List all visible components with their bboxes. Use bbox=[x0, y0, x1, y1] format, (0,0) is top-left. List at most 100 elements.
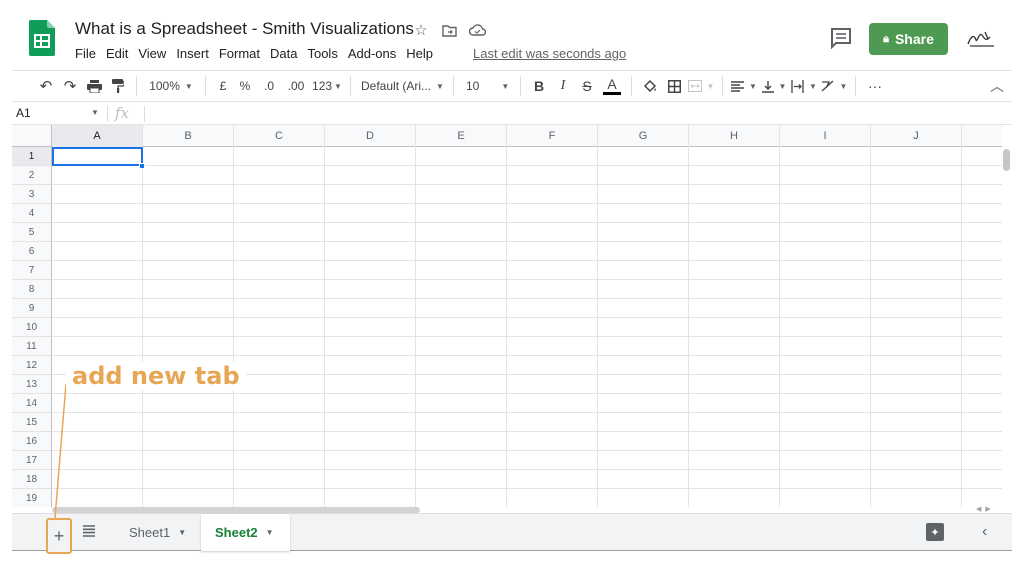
collapse-menus-icon[interactable]: ︿ bbox=[982, 74, 1012, 98]
chevron-down-icon[interactable]: ▼ bbox=[266, 528, 274, 537]
borders-icon[interactable] bbox=[662, 74, 686, 98]
name-box[interactable]: A1 bbox=[16, 106, 31, 120]
chevron-down-icon: ▼ bbox=[778, 81, 787, 91]
sheet-tab-sheet2[interactable]: Sheet2 ▼ bbox=[201, 514, 290, 551]
row-header[interactable]: 4 bbox=[12, 204, 52, 223]
share-button[interactable]: 🔒︎ Share bbox=[869, 23, 948, 55]
row-header[interactable]: 11 bbox=[12, 337, 52, 356]
chevron-down-icon: ▼ bbox=[839, 81, 848, 91]
menu-add-ons[interactable]: Add-ons bbox=[348, 46, 396, 61]
merge-cells-icon[interactable]: ▼ bbox=[686, 74, 716, 98]
fill-color-icon[interactable] bbox=[638, 74, 662, 98]
paint-format-icon[interactable] bbox=[106, 74, 130, 98]
column-header[interactable]: B bbox=[143, 125, 234, 147]
undo-icon[interactable]: ↶ bbox=[34, 74, 58, 98]
side-panel-toggle-icon[interactable]: ‹ bbox=[982, 523, 987, 541]
menu-tools[interactable]: Tools bbox=[307, 46, 337, 61]
chevron-down-icon[interactable]: ▼ bbox=[91, 108, 99, 117]
column-header[interactable]: C bbox=[234, 125, 325, 147]
formula-divider bbox=[107, 106, 108, 122]
scroll-arrows[interactable]: ◀▶ bbox=[976, 505, 995, 513]
zoom-select[interactable]: 100% ▼ bbox=[143, 74, 199, 98]
last-edit-link[interactable]: Last edit was seconds ago bbox=[473, 46, 626, 61]
move-to-folder-icon[interactable] bbox=[440, 21, 458, 39]
bold-button[interactable]: B bbox=[527, 74, 551, 98]
column-header[interactable]: A bbox=[52, 125, 143, 147]
menu-file[interactable]: File bbox=[75, 46, 96, 61]
row-header[interactable]: 2 bbox=[12, 166, 52, 185]
strikethrough-button[interactable]: S bbox=[575, 74, 599, 98]
comment-icon[interactable] bbox=[830, 27, 852, 49]
cloud-saved-icon[interactable] bbox=[468, 21, 486, 39]
row-header[interactable]: 17 bbox=[12, 451, 52, 470]
text-color-button[interactable]: A bbox=[599, 74, 625, 98]
italic-button[interactable]: I bbox=[551, 74, 575, 98]
redo-icon[interactable]: ↷ bbox=[58, 74, 82, 98]
row-header[interactable]: 1 bbox=[12, 147, 52, 166]
row-header[interactable]: 18 bbox=[12, 470, 52, 489]
lock-icon: 🔒︎ bbox=[883, 32, 889, 45]
row-header[interactable]: 6 bbox=[12, 242, 52, 261]
menu-format[interactable]: Format bbox=[219, 46, 260, 61]
chevron-down-icon[interactable]: ▼ bbox=[178, 528, 186, 537]
toolbar-divider bbox=[350, 76, 351, 96]
cell-area[interactable] bbox=[52, 147, 1002, 507]
menu-help[interactable]: Help bbox=[406, 46, 433, 61]
select-all-corner[interactable] bbox=[12, 125, 52, 147]
vertical-scrollbar[interactable] bbox=[1003, 149, 1010, 171]
chevron-down-icon: ▼ bbox=[749, 81, 757, 91]
more-formats-button[interactable]: 123 ▼ bbox=[310, 74, 344, 98]
menu-insert[interactable]: Insert bbox=[176, 46, 209, 61]
account-avatar[interactable] bbox=[965, 26, 997, 52]
sheet-tab-sheet1[interactable]: Sheet1 ▼ bbox=[115, 514, 201, 551]
row-header[interactable]: 8 bbox=[12, 280, 52, 299]
menu-view[interactable]: View bbox=[138, 46, 166, 61]
row-header[interactable]: 15 bbox=[12, 413, 52, 432]
selected-cell[interactable] bbox=[52, 147, 143, 166]
explore-icon[interactable]: ✦ bbox=[926, 523, 944, 541]
vertical-align-icon[interactable]: ▼ bbox=[759, 74, 789, 98]
menu-data[interactable]: Data bbox=[270, 46, 297, 61]
text-color-letter: A bbox=[607, 76, 617, 92]
add-sheet-button[interactable]: + bbox=[46, 518, 72, 554]
more-icon[interactable]: ··· bbox=[862, 74, 888, 98]
row-header[interactable]: 7 bbox=[12, 261, 52, 280]
row-header[interactable]: 19 bbox=[12, 489, 52, 507]
print-icon[interactable] bbox=[82, 74, 106, 98]
document-title[interactable]: What is a Spreadsheet - Smith Visualizat… bbox=[75, 19, 414, 39]
row-header[interactable]: 10 bbox=[12, 318, 52, 337]
column-header[interactable]: H bbox=[689, 125, 780, 147]
column-header[interactable]: G bbox=[598, 125, 689, 147]
all-sheets-icon[interactable] bbox=[82, 524, 96, 538]
row-header[interactable]: 12 bbox=[12, 356, 52, 375]
spreadsheet-grid[interactable]: ABCDEFGHIJ 1 2 3 4 5 6 7 8 9 10 11 12 13 14 15 16 17 18 19 bbox=[12, 125, 1002, 507]
text-wrapping-icon[interactable]: ▼ bbox=[789, 74, 819, 98]
row-header[interactable]: 3 bbox=[12, 185, 52, 204]
font-select[interactable]: Default (Ari... ▼ bbox=[357, 74, 447, 98]
row-header[interactable]: 14 bbox=[12, 394, 52, 413]
column-header[interactable]: J bbox=[871, 125, 962, 147]
column-header[interactable]: E bbox=[416, 125, 507, 147]
column-header[interactable]: F bbox=[507, 125, 598, 147]
column-header[interactable]: I bbox=[780, 125, 871, 147]
row-header[interactable]: 16 bbox=[12, 432, 52, 451]
column-header[interactable]: D bbox=[325, 125, 416, 147]
chevron-down-icon: ▼ bbox=[184, 81, 193, 91]
fill-handle[interactable] bbox=[139, 163, 145, 169]
toolbar-divider bbox=[520, 76, 521, 96]
horizontal-align-icon[interactable]: ▼ bbox=[729, 74, 759, 98]
row-header[interactable]: 9 bbox=[12, 299, 52, 318]
row-header[interactable]: 13 bbox=[12, 375, 52, 394]
text-rotation-icon[interactable]: ▼ bbox=[819, 74, 849, 98]
menu-edit[interactable]: Edit bbox=[106, 46, 128, 61]
star-icon[interactable]: ☆ bbox=[412, 21, 430, 39]
chevron-down-icon: ▼ bbox=[334, 81, 342, 91]
currency-format-button[interactable]: £ bbox=[212, 74, 234, 98]
font-size-select[interactable]: 10 ▼ bbox=[460, 74, 514, 98]
row-header[interactable]: 5 bbox=[12, 223, 52, 242]
decrease-decimal-button[interactable]: .0 bbox=[256, 74, 282, 98]
title-icons: ☆ bbox=[412, 21, 486, 39]
percent-format-button[interactable]: % bbox=[234, 74, 256, 98]
increase-decimal-button[interactable]: .00 bbox=[282, 74, 310, 98]
sheets-logo-icon[interactable] bbox=[29, 20, 55, 56]
